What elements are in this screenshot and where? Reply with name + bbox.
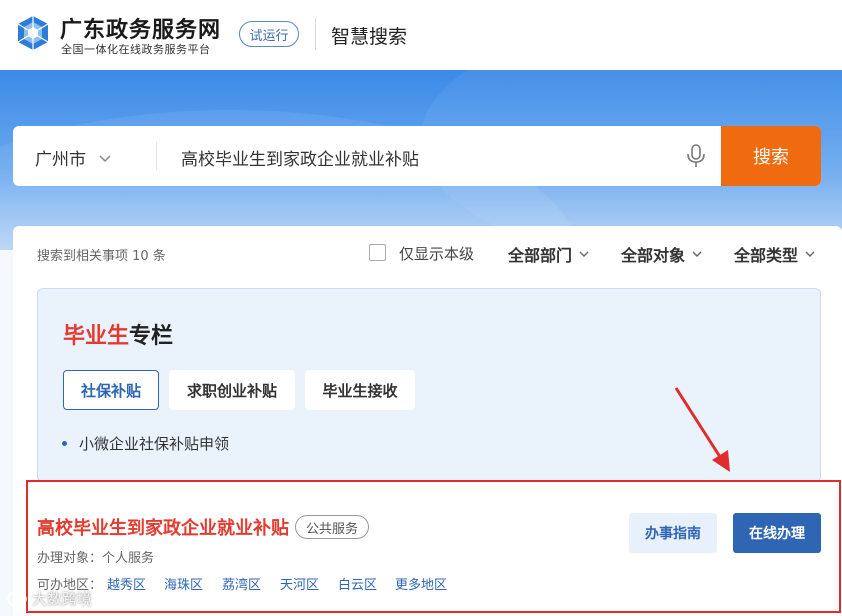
- service-type-badge: 公共服务: [295, 515, 370, 539]
- result-count: 搜索到相关事项 10 条: [37, 249, 166, 264]
- search-input[interactable]: 高校毕业生到家政企业就业补贴: [181, 145, 661, 170]
- graduate-column-title: 毕业生专栏: [63, 318, 173, 350]
- tab-social-insurance-subsidy[interactable]: 社保补贴: [63, 370, 159, 410]
- audience-filter[interactable]: 全部对象: [621, 242, 703, 266]
- annotation-arrow-icon: [674, 387, 730, 472]
- city-label: 广州市: [35, 150, 86, 170]
- watermark-logo-icon: [7, 591, 27, 606]
- area-link-liwan[interactable]: 荔湾区: [222, 574, 261, 593]
- result-target: 办理对象：个人服务: [37, 551, 155, 566]
- chevron-down-icon: [99, 154, 111, 162]
- graduate-title-highlight: 毕业生: [63, 324, 130, 349]
- department-filter[interactable]: 全部部门: [508, 242, 590, 266]
- area-link-haizhu[interactable]: 海珠区: [164, 574, 203, 593]
- audience-filter-label: 全部对象: [621, 246, 686, 265]
- chevron-down-icon: [805, 251, 815, 257]
- list-item-label: 小微企业社保补贴申领: [79, 435, 230, 453]
- chevron-down-icon: [692, 251, 702, 257]
- search-button[interactable]: 搜索: [721, 126, 821, 186]
- type-filter[interactable]: 全部类型: [734, 242, 816, 266]
- only-this-level-checkbox[interactable]: [369, 244, 386, 261]
- search-bar: 广州市 高校毕业生到家政企业就业补贴 搜索: [13, 126, 821, 186]
- only-this-level-label[interactable]: 仅显示本级: [399, 243, 474, 264]
- watermark: 大数跨境: [6, 588, 92, 609]
- area-link-tianhe[interactable]: 天河区: [280, 574, 319, 593]
- result-title[interactable]: 高校毕业生到家政企业就业补贴: [37, 514, 289, 540]
- department-filter-label: 全部部门: [508, 246, 573, 265]
- trial-badge: 试运行: [239, 21, 299, 47]
- header-divider: [315, 18, 316, 50]
- bullet-icon: [62, 441, 67, 446]
- apply-online-button[interactable]: 在线办理: [733, 513, 821, 553]
- section-title: 智慧搜索: [331, 26, 408, 48]
- service-guide-button[interactable]: 办事指南: [629, 513, 717, 553]
- chevron-down-icon: [579, 251, 589, 257]
- area-link-baiyun[interactable]: 白云区: [338, 574, 377, 593]
- list-item[interactable]: 小微企业社保补贴申领: [62, 433, 229, 454]
- search-divider: [156, 142, 157, 170]
- tab-job-startup-subsidy[interactable]: 求职创业补贴: [169, 370, 295, 410]
- area-link-yuexiu[interactable]: 越秀区: [107, 574, 146, 593]
- microphone-icon[interactable]: [685, 143, 707, 169]
- brand-subtitle: 全国一体化在线政务服务平台: [61, 43, 211, 56]
- area-link-more[interactable]: 更多地区: [395, 574, 447, 593]
- logo-icon: [17, 16, 49, 50]
- brand-title[interactable]: 广东政务服务网: [60, 12, 221, 44]
- top-header: 广东政务服务网 全国一体化在线政务服务平台 试运行 智慧搜索: [0, 0, 842, 70]
- type-filter-label: 全部类型: [734, 246, 799, 265]
- watermark-text: 大数跨境: [32, 590, 93, 608]
- city-select[interactable]: 广州市: [35, 145, 112, 170]
- tab-graduate-reception[interactable]: 毕业生接收: [305, 370, 415, 410]
- graduate-title-rest: 专栏: [129, 324, 174, 349]
